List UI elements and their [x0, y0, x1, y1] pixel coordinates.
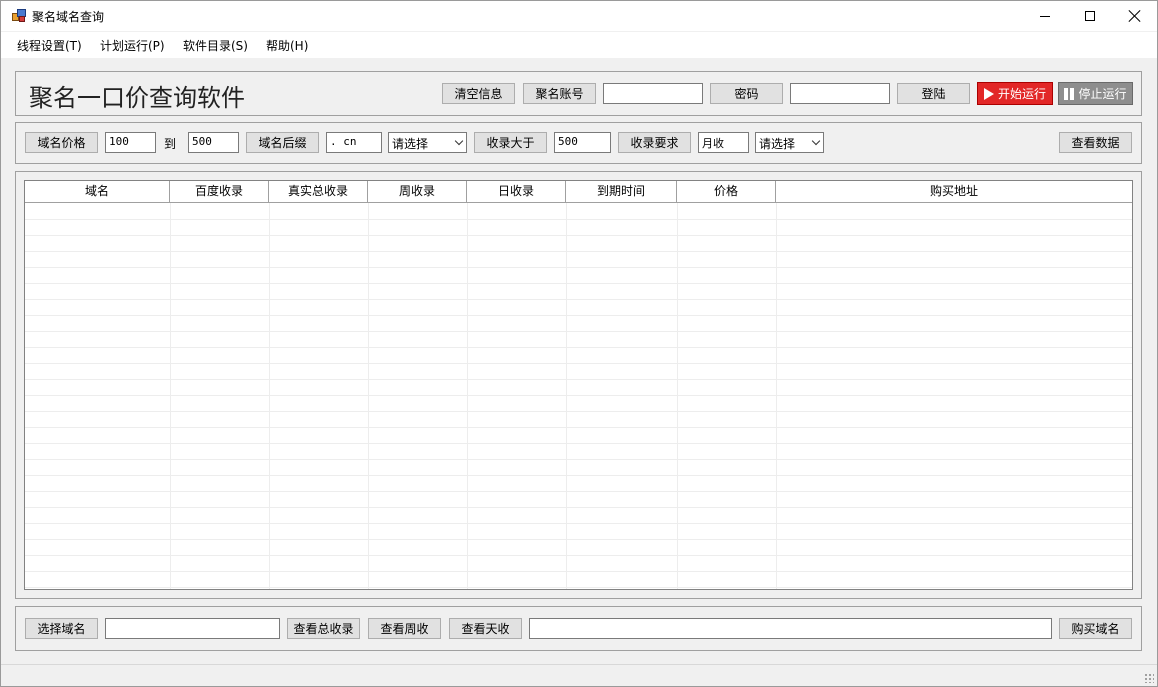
menu-software-directory[interactable]: 软件目录(S)	[183, 37, 248, 54]
grid-row-line	[25, 299, 1132, 300]
resize-grip-icon[interactable]	[1144, 673, 1154, 683]
maximize-button[interactable]	[1067, 1, 1113, 31]
column-day-index[interactable]: 日收录	[467, 181, 566, 203]
chevron-down-icon	[811, 136, 821, 146]
grid-row-line	[25, 555, 1132, 556]
grid-column-line	[566, 203, 567, 589]
stop-run-button[interactable]: 停止运行	[1058, 82, 1133, 105]
grid-column-line	[776, 203, 777, 589]
grid-row-line	[25, 347, 1132, 348]
chevron-down-icon	[454, 136, 464, 146]
grid-column-line	[170, 203, 171, 589]
price-min-input[interactable]: 100	[105, 132, 156, 153]
column-expiry[interactable]: 到期时间	[566, 181, 677, 203]
grid-row-line	[25, 587, 1132, 588]
index-req-label-button[interactable]: 收录要求	[618, 132, 691, 153]
buy-domain-button[interactable]: 购买域名	[1059, 618, 1132, 639]
grid-row-line	[25, 315, 1132, 316]
index-req-input[interactable]: 月收	[698, 132, 749, 153]
grid-row-line	[25, 459, 1132, 460]
view-data-button[interactable]: 查看数据	[1059, 132, 1132, 153]
password-input[interactable]	[790, 83, 890, 104]
grid-row-line	[25, 219, 1132, 220]
title-bar: 聚名域名查询	[1, 1, 1157, 31]
grid-row-line	[25, 539, 1132, 540]
start-run-label: 开始运行	[997, 87, 1046, 101]
grid-row-line	[25, 571, 1132, 572]
view-week-index-button[interactable]: 查看周收	[368, 618, 441, 639]
menu-schedule-run[interactable]: 计划运行(P)	[100, 37, 165, 54]
buy-url-input[interactable]	[529, 618, 1052, 639]
grid-row-line	[25, 443, 1132, 444]
view-day-index-button[interactable]: 查看天收	[449, 618, 522, 639]
price-max-input[interactable]: 500	[188, 132, 239, 153]
window-title: 聚名域名查询	[32, 10, 105, 24]
app-heading: 聚名一口价查询软件	[29, 84, 245, 112]
app-window: 聚名域名查询 线程设置(T) 计划运行(P) 软件目录(S) 帮助(H) 聚名一…	[0, 0, 1158, 687]
play-icon	[983, 87, 994, 100]
minimize-icon	[1040, 15, 1050, 17]
login-button[interactable]: 登陆	[897, 83, 970, 104]
results-table[interactable]: 域名 百度收录 真实总收录 周收录 日收录 到期时间 价格 购买地址	[24, 180, 1133, 590]
account-label-button[interactable]: 聚名账号	[523, 83, 596, 104]
suffix-select-value: 请选择	[392, 137, 429, 151]
column-domain[interactable]: 域名	[25, 181, 170, 203]
column-week-index[interactable]: 周收录	[368, 181, 467, 203]
grid-row-line	[25, 427, 1132, 428]
grid-row-line	[25, 379, 1132, 380]
grid-row-line	[25, 331, 1132, 332]
menu-bar: 线程设置(T) 计划运行(P) 软件目录(S) 帮助(H)	[1, 32, 1157, 58]
column-baidu-index[interactable]: 百度收录	[170, 181, 269, 203]
price-label-button[interactable]: 域名价格	[25, 132, 98, 153]
grid-row-line	[25, 491, 1132, 492]
column-buy-url[interactable]: 购买地址	[776, 181, 1132, 203]
table-header: 域名 百度收录 真实总收录 周收录 日收录 到期时间 价格 购买地址	[25, 181, 1132, 203]
maximize-icon	[1085, 11, 1095, 21]
table-body	[25, 203, 1132, 589]
grid-row-line	[25, 363, 1132, 364]
minimize-button[interactable]	[1022, 1, 1068, 31]
suffix-label-button[interactable]: 域名后缀	[246, 132, 319, 153]
grid-row-line	[25, 283, 1132, 284]
start-run-button[interactable]: 开始运行	[977, 82, 1053, 105]
grid-row-line	[25, 251, 1132, 252]
suffix-select[interactable]: 请选择	[388, 132, 467, 153]
selected-domain-input[interactable]	[105, 618, 280, 639]
view-total-index-button[interactable]: 查看总收录	[287, 618, 360, 639]
to-label: 到	[164, 137, 177, 151]
stop-run-label: 停止运行	[1078, 87, 1127, 101]
close-button[interactable]	[1112, 1, 1158, 31]
index-gt-label-button[interactable]: 收录大于	[474, 132, 547, 153]
column-real-total-index[interactable]: 真实总收录	[269, 181, 368, 203]
column-price[interactable]: 价格	[677, 181, 776, 203]
index-req-select-value: 请选择	[759, 137, 796, 151]
app-icon	[12, 9, 26, 22]
pause-icon	[1064, 87, 1075, 100]
index-gt-input[interactable]: 500	[554, 132, 611, 153]
grid-row-line	[25, 507, 1132, 508]
clear-info-button[interactable]: 清空信息	[442, 83, 515, 104]
grid-column-line	[677, 203, 678, 589]
status-bar	[1, 664, 1157, 686]
password-label-button[interactable]: 密码	[710, 83, 783, 104]
close-icon	[1129, 10, 1141, 22]
account-input[interactable]	[603, 83, 703, 104]
select-domain-button[interactable]: 选择域名	[25, 618, 98, 639]
index-req-select[interactable]: 请选择	[755, 132, 824, 153]
grid-column-line	[368, 203, 369, 589]
grid-column-line	[269, 203, 270, 589]
grid-row-line	[25, 523, 1132, 524]
grid-row-line	[25, 395, 1132, 396]
grid-column-line	[467, 203, 468, 589]
grid-row-line	[25, 411, 1132, 412]
grid-row-line	[25, 235, 1132, 236]
menu-thread-settings[interactable]: 线程设置(T)	[17, 37, 82, 54]
menu-help[interactable]: 帮助(H)	[266, 37, 308, 54]
suffix-input[interactable]: . cn	[326, 132, 382, 153]
grid-row-line	[25, 267, 1132, 268]
grid-row-line	[25, 475, 1132, 476]
